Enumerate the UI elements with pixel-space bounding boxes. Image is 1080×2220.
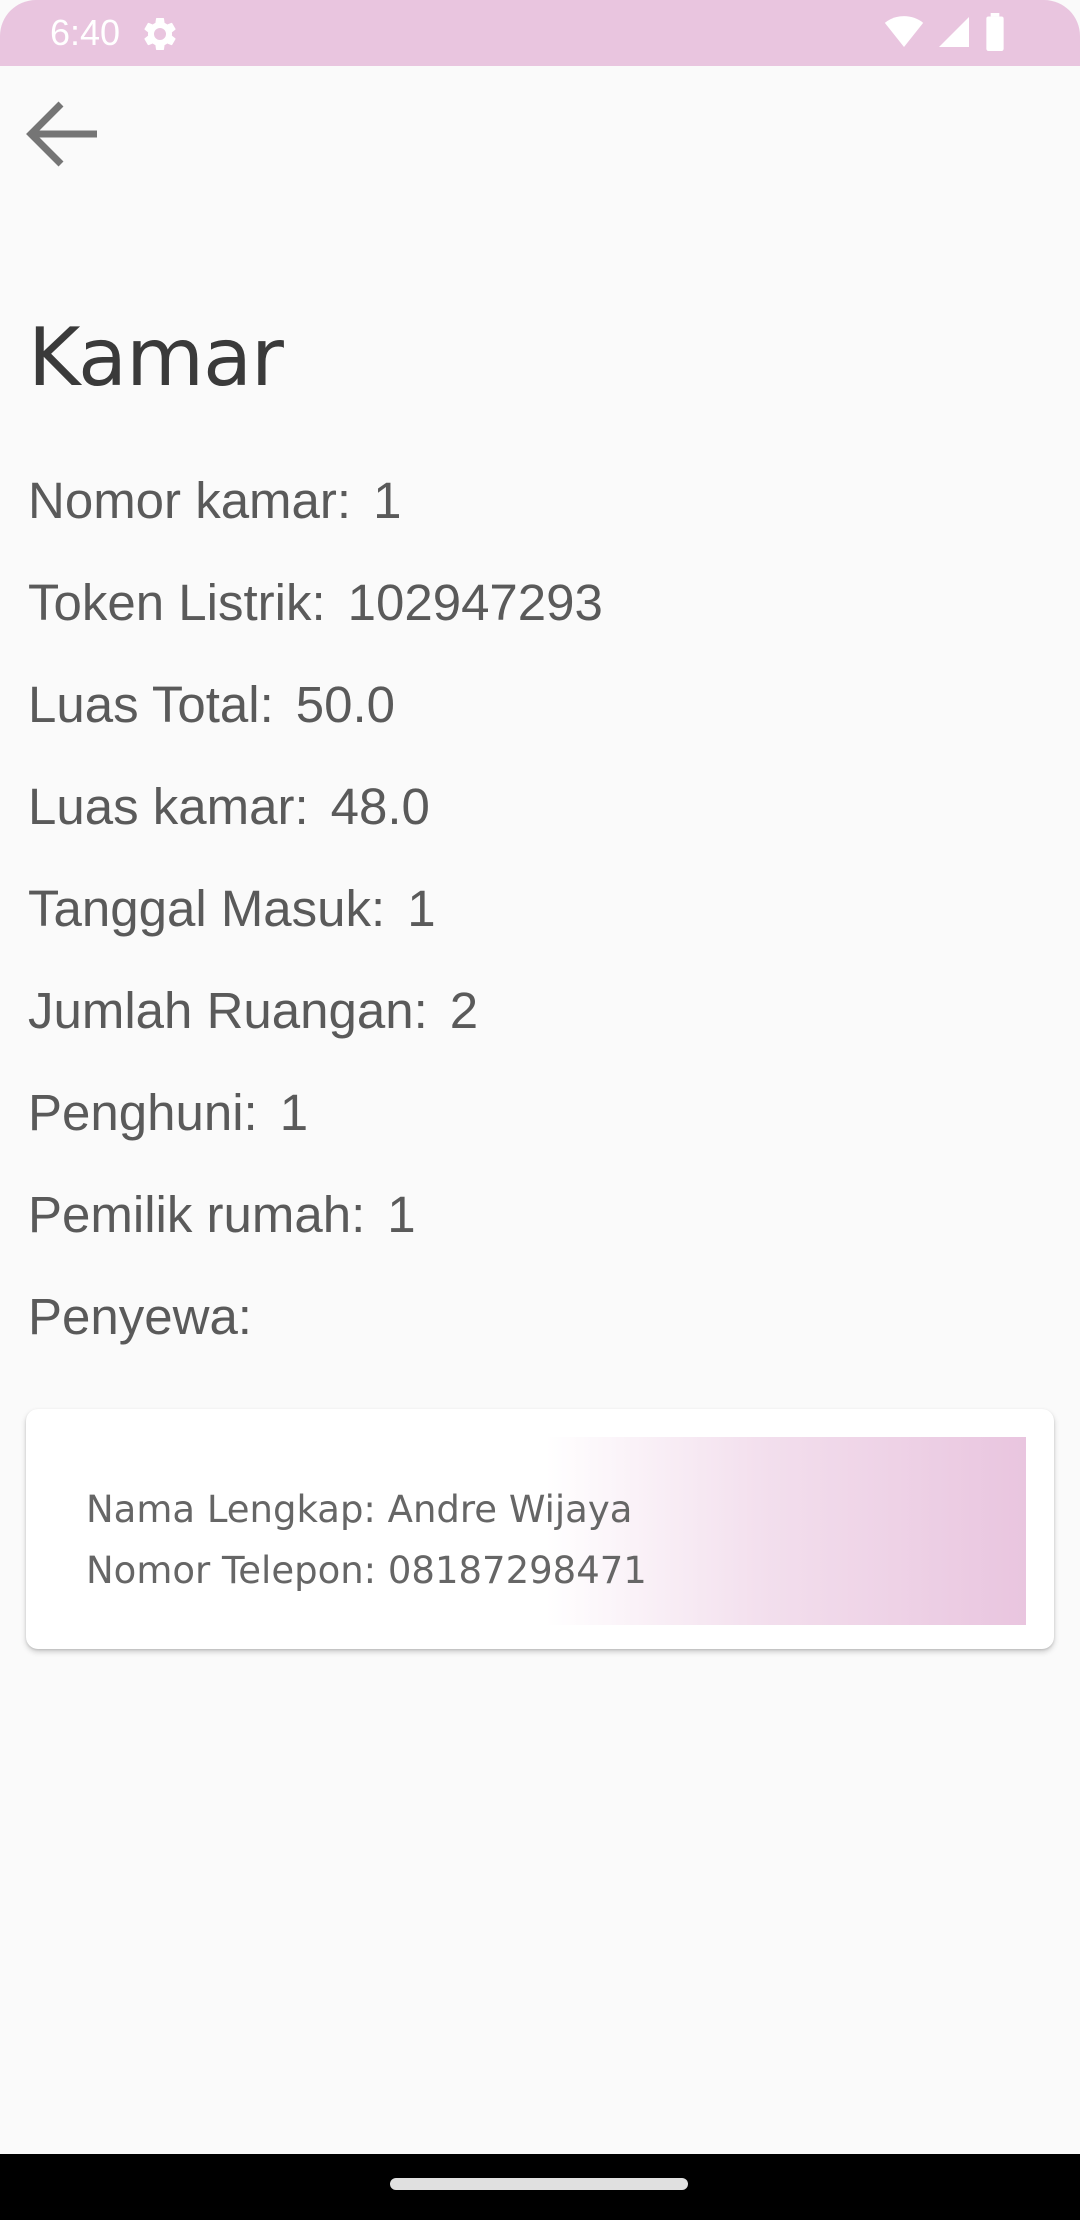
detail-occupants: Penghuni: 1 bbox=[28, 1078, 1048, 1180]
detail-move-in-date: Tanggal Masuk: 1 bbox=[28, 874, 1048, 976]
detail-owner: Pemilik rumah: 1 bbox=[28, 1180, 1048, 1282]
wifi-icon bbox=[884, 15, 924, 54]
detail-value: 1 bbox=[279, 1084, 309, 1141]
tenant-name: Nama Lengkap: Andre Wijaya bbox=[86, 1488, 633, 1531]
detail-label: Token Listrik: bbox=[28, 574, 326, 631]
page-title: Kamar bbox=[28, 311, 284, 404]
tenant-phone: Nomor Telepon: 08187298471 bbox=[86, 1549, 647, 1592]
detail-value: 48.0 bbox=[330, 778, 430, 835]
status-bar: 6:40 bbox=[0, 0, 1080, 66]
tenant-card[interactable]: Nama Lengkap: Andre Wijaya Nomor Telepon… bbox=[26, 1409, 1054, 1649]
detail-room-count: Jumlah Ruangan: 2 bbox=[28, 976, 1048, 1078]
detail-label: Luas Total: bbox=[28, 676, 274, 733]
detail-label: Luas kamar: bbox=[28, 778, 309, 835]
back-button[interactable] bbox=[14, 92, 110, 180]
battery-icon bbox=[984, 12, 1006, 56]
detail-label: Pemilik rumah: bbox=[28, 1186, 366, 1243]
detail-total-area: Luas Total: 50.0 bbox=[28, 670, 1048, 772]
detail-value: 50.0 bbox=[295, 676, 396, 733]
detail-tenant: Penyewa: bbox=[28, 1282, 1048, 1384]
cellular-signal-icon bbox=[936, 14, 972, 55]
detail-value: 1 bbox=[387, 1186, 416, 1243]
detail-room-number: Nomor kamar: 1 bbox=[28, 466, 1048, 568]
detail-label: Penghuni: bbox=[28, 1084, 258, 1141]
detail-value: 1 bbox=[373, 472, 402, 529]
home-indicator[interactable] bbox=[390, 2178, 688, 2190]
detail-room-area: Luas kamar: 48.0 bbox=[28, 772, 1048, 874]
screen: 6:40 Kamar Nomor kamar: 1 Token Listrik:… bbox=[0, 0, 1080, 2220]
detail-label: Jumlah Ruangan: bbox=[28, 982, 428, 1039]
detail-label: Penyewa: bbox=[28, 1288, 252, 1345]
tenant-info: Nama Lengkap: Andre Wijaya Nomor Telepon… bbox=[86, 1479, 647, 1601]
room-details: Nomor kamar: 1 Token Listrik: 102947293 Lu… bbox=[28, 466, 1048, 1384]
detail-value: 102947293 bbox=[347, 574, 603, 631]
navigation-bar bbox=[0, 2154, 1080, 2220]
detail-value: 1 bbox=[407, 880, 436, 937]
detail-electricity-token: Token Listrik: 102947293 bbox=[28, 568, 1048, 670]
status-time: 6:40 bbox=[50, 12, 121, 53]
detail-value: 2 bbox=[449, 982, 479, 1039]
arrow-back-icon bbox=[17, 94, 107, 179]
detail-label: Tanggal Masuk: bbox=[28, 880, 386, 937]
gear-icon bbox=[140, 14, 180, 54]
status-icons bbox=[884, 12, 1006, 56]
detail-label: Nomor kamar: bbox=[28, 472, 352, 529]
